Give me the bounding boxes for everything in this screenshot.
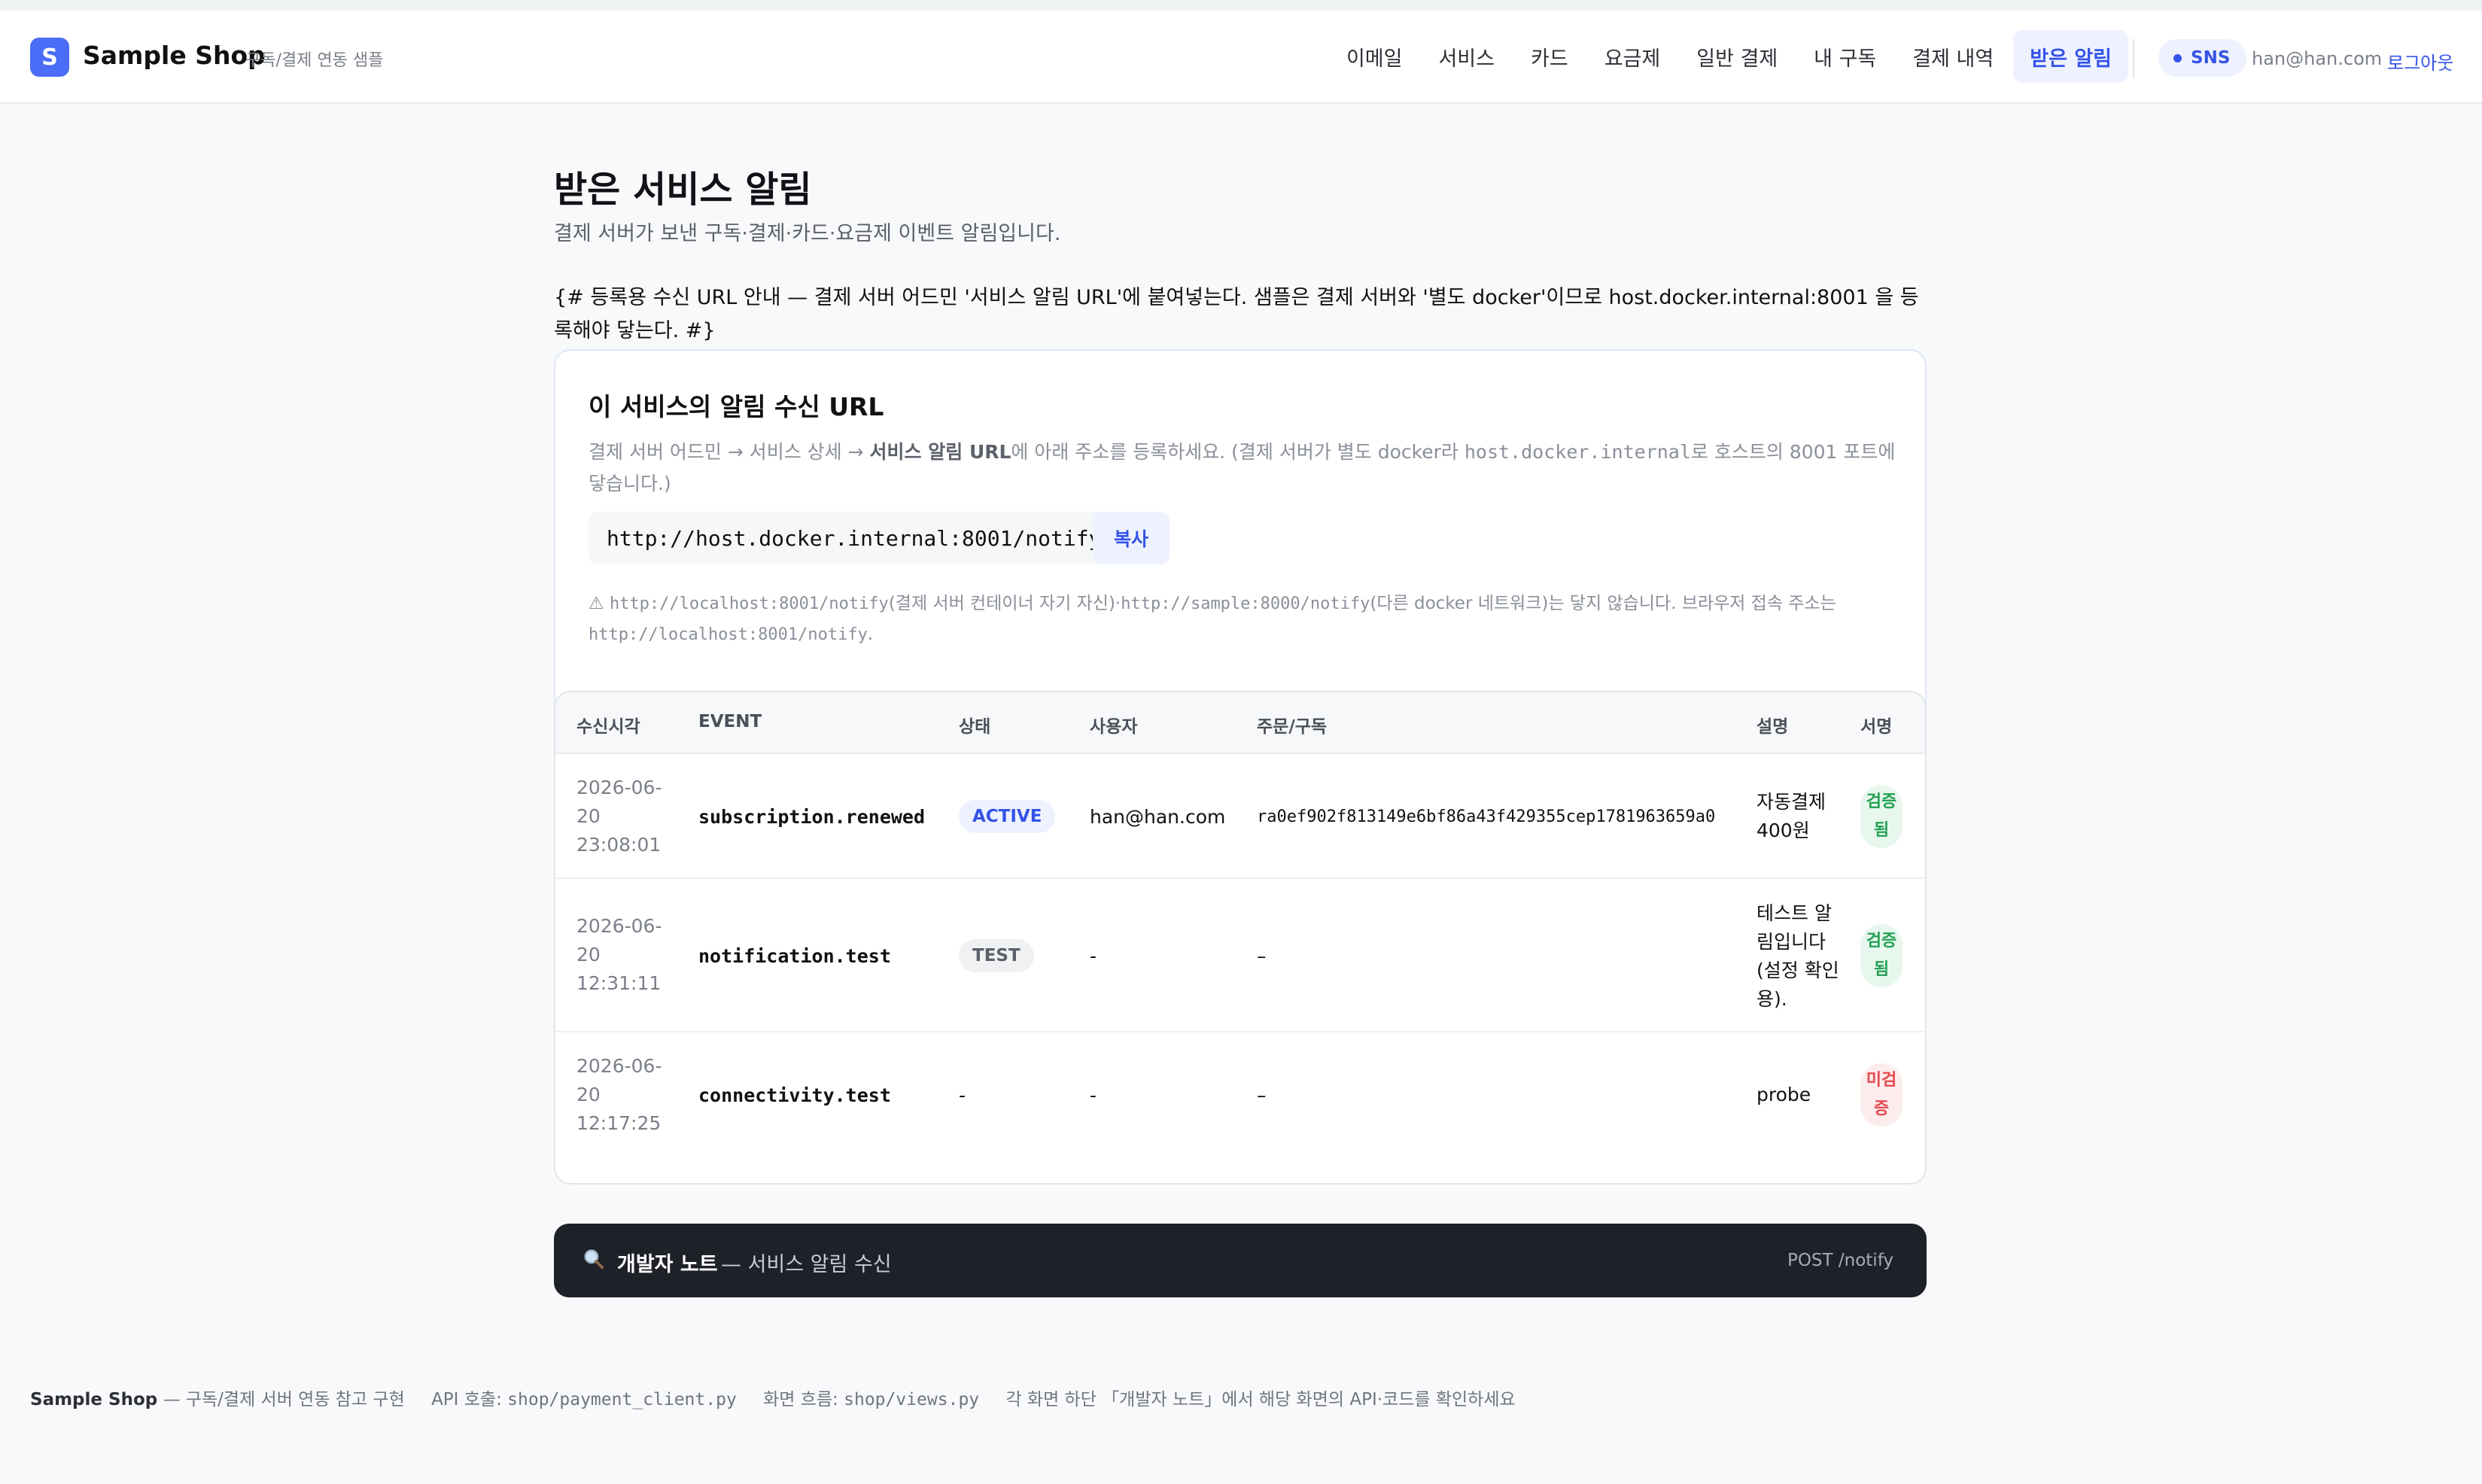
main-nav: 이메일 서비스 카드 요금제 일반 결제 내 구독 결제 내역 받은 알림	[1330, 30, 2128, 83]
warning-icon: ⚠	[589, 594, 604, 613]
template-comment-text: {# 등록용 수신 URL 안내 — 결제 서버 어드민 '서비스 알림 URL…	[554, 286, 1919, 342]
col-user: 사용자	[1090, 717, 1138, 737]
signature-badge: 미검증	[1860, 1063, 1903, 1127]
footer-brand-desc: — 구독/결제 서버 연동 참고 구현	[163, 1390, 405, 1409]
description-cell: probe	[1757, 1084, 1811, 1105]
devnote-title: 개발자 노트	[617, 1253, 718, 1276]
status-dot-icon	[2173, 53, 2182, 62]
event-name: notification.test	[698, 944, 891, 967]
received-time: 2026-06-20 12:31:11	[576, 915, 662, 994]
col-received-time: 수신시각	[576, 717, 640, 737]
table-row[interactable]: 2026-06-20 23:08:01 subscription.renewed…	[555, 754, 1925, 879]
col-order-subscription: 주문/구독	[1257, 717, 1328, 737]
description-cell: 테스트 알림입니다(설정 확인용).	[1757, 902, 1839, 1010]
order-ref: ra0ef902f813149e6bf86a43f429355cep178196…	[1257, 807, 1716, 826]
status-badge: ACTIVE	[959, 800, 1056, 833]
nav-email[interactable]: 이메일	[1330, 30, 1419, 83]
warn-end: .	[867, 625, 874, 644]
copy-button[interactable]: 복사	[1093, 512, 1170, 564]
page-description: 결제 서버가 보낸 구독·결제·카드·요금제 이벤트 알림입니다.	[554, 222, 1061, 245]
warn-text-1: (결제 서버 컨테이너 자기 자신)·	[888, 594, 1121, 613]
nav-plans[interactable]: 요금제	[1588, 30, 1677, 83]
nav-notifications[interactable]: 받은 알림	[2013, 30, 2128, 83]
footer-hint: 각 화면 하단 「개발자 노트」에서 해당 화면의 API·코드를 확인하세요	[1005, 1390, 1516, 1409]
footer-api-label: API 호출:	[431, 1390, 508, 1409]
desc-prefix: 결제 서버 어드민 → 서비스 상세 →	[589, 441, 870, 463]
magnifier-icon	[584, 1249, 604, 1270]
sns-badge: SNS	[2158, 39, 2247, 77]
nav-my-subscriptions[interactable]: 내 구독	[1797, 30, 1893, 83]
notifications-table: 수신시각 EVENT 상태 사용자 주문/구독 설명 서명 2026-06-20…	[554, 691, 1927, 1184]
desc-bold: 서비스 알림 URL	[869, 441, 1011, 463]
signature-badge: 검증됨	[1860, 924, 1903, 987]
warn-text-2: (다른 docker 네트워크)는 닿지 않습니다. 브라우저 접속 주소는	[1370, 594, 1836, 613]
nav-services[interactable]: 서비스	[1422, 30, 1511, 83]
top-accent-line	[0, 0, 2482, 11]
received-time: 2026-06-20 12:17:25	[576, 1055, 662, 1134]
desc-mid: 에 아래 주소를 등록하세요. (결제 서버가 별도 docker라	[1011, 441, 1465, 463]
footer-brand: Sample Shop	[30, 1390, 158, 1409]
footer-flow-file: shop/views.py	[844, 1390, 980, 1409]
col-status: 상태	[959, 717, 991, 737]
order-ref: –	[1257, 1084, 1267, 1106]
brand-name[interactable]: Sample Shop	[83, 41, 266, 70]
brand-subtitle: 구독/결제 연동 샘플	[245, 51, 384, 70]
event-name: subscription.renewed	[698, 805, 926, 828]
page-title: 받은 서비스 알림	[554, 169, 812, 211]
nav-payment[interactable]: 일반 결제	[1680, 30, 1794, 83]
devnote-endpoint: POST /notify	[1787, 1251, 1893, 1270]
warning-text: ⚠ http://localhost:8001/notify(결제 서버 컨테이…	[589, 588, 1898, 650]
devnote-subtitle: — 서비스 알림 수신	[721, 1253, 892, 1276]
card-description: 결제 서버 어드민 → 서비스 상세 → 서비스 알림 URL에 아래 주소를 …	[589, 436, 1898, 500]
signature-cell: 검증됨	[1860, 879, 1903, 1032]
warn-code-2: http://sample:8000/notify	[1121, 595, 1370, 613]
col-signature: 서명	[1860, 717, 1893, 737]
desc-code: host.docker.internal	[1464, 441, 1691, 463]
description-cell: 자동결제 400원	[1757, 791, 1827, 841]
nav-divider	[2133, 39, 2134, 78]
status-cell: ACTIVE	[959, 754, 1056, 879]
footer-api-file: shop/payment_client.py	[507, 1390, 737, 1409]
received-time: 2026-06-20 23:08:01	[576, 777, 662, 856]
developer-note-bar[interactable]: 개발자 노트 — 서비스 알림 수신 POST /notify	[554, 1224, 1927, 1297]
top-header: S Sample Shop 구독/결제 연동 샘플 이메일 서비스 카드 요금제…	[0, 11, 2482, 104]
receive-url-field[interactable]: http://host.docker.internal:8001/notify	[589, 512, 1120, 564]
status-cell: -	[959, 1084, 966, 1106]
user-email: han@han.com ·	[2252, 48, 2394, 69]
nav-cards[interactable]: 카드	[1514, 30, 1585, 83]
col-description: 설명	[1757, 717, 1789, 737]
signature-cell: 미검증	[1860, 1032, 1903, 1157]
status-badge: TEST	[959, 939, 1034, 972]
table-row[interactable]: 2026-06-20 12:31:11 notification.test TE…	[555, 879, 1925, 1032]
nav-payment-history[interactable]: 결제 내역	[1896, 30, 2010, 83]
status-cell: TEST	[959, 879, 1034, 1032]
event-name: connectivity.test	[698, 1084, 891, 1106]
user-cell: -	[1090, 944, 1097, 967]
table-header: 수신시각 EVENT 상태 사용자 주문/구독 설명 서명	[555, 692, 1925, 754]
table-row[interactable]: 2026-06-20 12:17:25 connectivity.test - …	[555, 1032, 1925, 1157]
footer-flow-label: 화면 흐름:	[763, 1390, 844, 1409]
logo[interactable]: S	[30, 38, 69, 77]
logout-link[interactable]: 로그아웃	[2387, 48, 2453, 75]
card-title: 이 서비스의 알림 수신 URL	[589, 392, 884, 421]
order-ref: –	[1257, 944, 1267, 967]
signature-badge: 검증됨	[1860, 785, 1903, 848]
user-cell: han@han.com	[1090, 805, 1226, 828]
warn-code-3: http://localhost:8001/notify	[589, 625, 868, 644]
sns-label: SNS	[2191, 48, 2231, 68]
col-event: EVENT	[698, 712, 762, 731]
footer: Sample Shop — 구독/결제 서버 연동 참고 구현 API 호출: …	[30, 1385, 1516, 1410]
user-cell: -	[1090, 1084, 1097, 1106]
signature-cell: 검증됨	[1860, 754, 1903, 879]
warn-code-1: http://localhost:8001/notify	[609, 595, 889, 613]
